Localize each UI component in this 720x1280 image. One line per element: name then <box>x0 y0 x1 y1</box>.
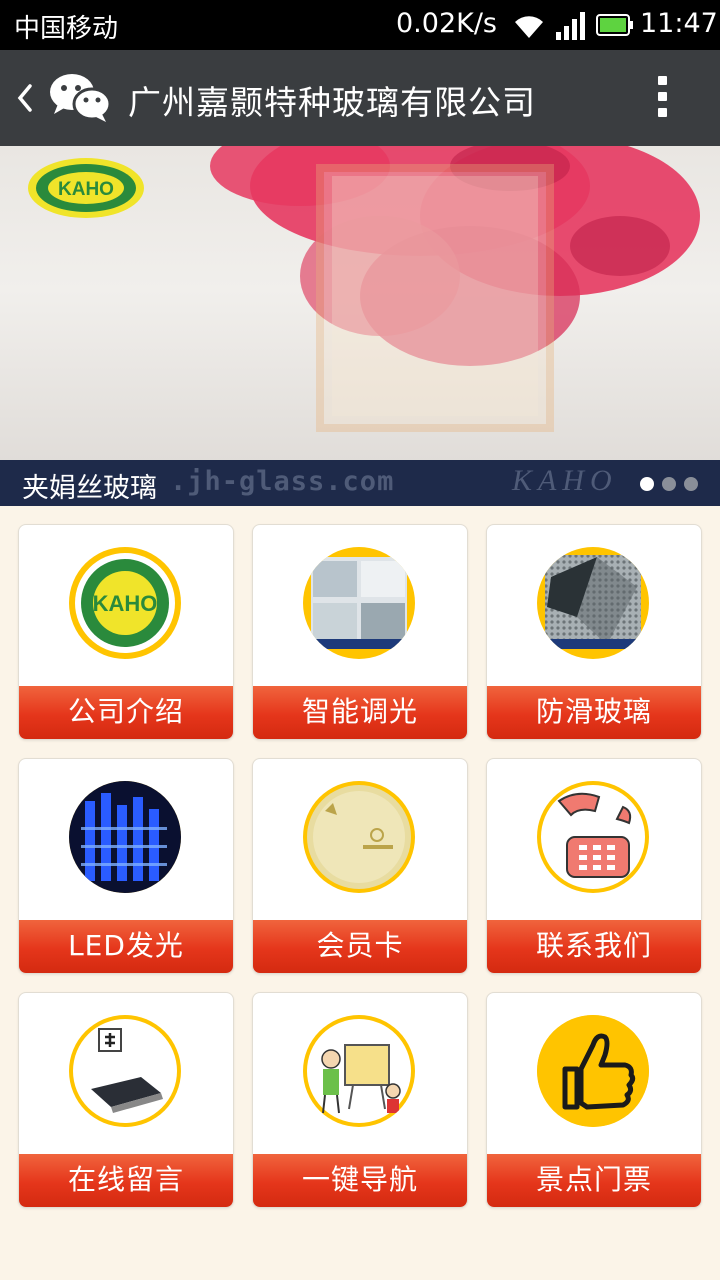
chevron-left-icon[interactable] <box>14 80 36 116</box>
clock: 11:47 <box>640 8 718 39</box>
kaho-banner-logo: KAHO <box>28 158 144 218</box>
banner-carousel[interactable]: KAHO .jh-glass.com KAHO 夹娟丝玻璃 <box>0 146 720 506</box>
menu-item-contact-us[interactable]: 联系我们 <box>486 758 702 974</box>
menu-item-label: 景点门票 <box>487 1154 701 1207</box>
menu-item-led[interactable]: LED发光 <box>18 758 234 974</box>
menu-item-one-key-navigation[interactable]: 一键导航 <box>252 992 468 1208</box>
anti-slip-glass-icon <box>537 547 649 659</box>
page-title: 广州嘉颢特种玻璃有限公司 <box>128 83 536 122</box>
menu-item-company-intro[interactable]: KAHO 公司介绍 <box>18 524 234 740</box>
wechat-icon <box>50 74 112 122</box>
navigation-gps-icon <box>303 1015 415 1127</box>
more-vertical-icon[interactable] <box>652 76 672 122</box>
menu-item-label: 一键导航 <box>253 1154 467 1207</box>
menu-item-label: 防滑玻璃 <box>487 686 701 739</box>
menu-item-smart-dimming[interactable]: 智能调光 <box>252 524 468 740</box>
banner-brand-watermark: KAHO <box>512 464 618 497</box>
carousel-dot[interactable] <box>640 477 654 491</box>
status-bar: 中国移动 0.02K/s 11:47 <box>0 0 720 50</box>
carousel-dot[interactable] <box>662 477 676 491</box>
banner-image: KAHO <box>28 146 700 432</box>
network-speed: 0.02K/s <box>396 8 497 39</box>
menu-item-label: 联系我们 <box>487 920 701 973</box>
led-building-icon <box>69 781 181 893</box>
battery-icon <box>596 14 633 36</box>
banner-caption-bar: .jh-glass.com KAHO 夹娟丝玻璃 <box>0 460 720 506</box>
thumbs-up-icon <box>537 1015 649 1127</box>
banner-url-watermark: .jh-glass.com <box>170 466 395 497</box>
menu-item-anti-slip-glass[interactable]: 防滑玻璃 <box>486 524 702 740</box>
svg-text:KAHO: KAHO <box>93 591 158 616</box>
online-message-icon <box>69 1015 181 1127</box>
vip-card-icon <box>303 781 415 893</box>
menu-item-label: 在线留言 <box>19 1154 233 1207</box>
menu-item-label: 公司介绍 <box>19 686 233 739</box>
carrier-name: 中国移动 <box>14 14 119 44</box>
carousel-dot[interactable] <box>684 477 698 491</box>
signal-icon <box>556 12 585 40</box>
carousel-indicator <box>640 476 706 495</box>
svg-text:KAHO: KAHO <box>58 179 114 200</box>
menu-item-label: 会员卡 <box>253 920 467 973</box>
smart-glass-office-icon <box>303 547 415 659</box>
menu-item-tickets[interactable]: 景点门票 <box>486 992 702 1208</box>
menu-item-member-card[interactable]: 会员卡 <box>252 758 468 974</box>
banner-caption: 夹娟丝玻璃 <box>22 473 157 504</box>
app-header: 广州嘉颢特种玻璃有限公司 <box>0 50 720 146</box>
menu-item-label: 智能调光 <box>253 686 467 739</box>
menu-item-label: LED发光 <box>19 920 233 973</box>
telephone-icon <box>537 781 649 893</box>
menu-item-online-message[interactable]: 在线留言 <box>18 992 234 1208</box>
wifi-icon <box>515 16 543 38</box>
kaho-logo-icon: KAHO <box>69 547 181 659</box>
